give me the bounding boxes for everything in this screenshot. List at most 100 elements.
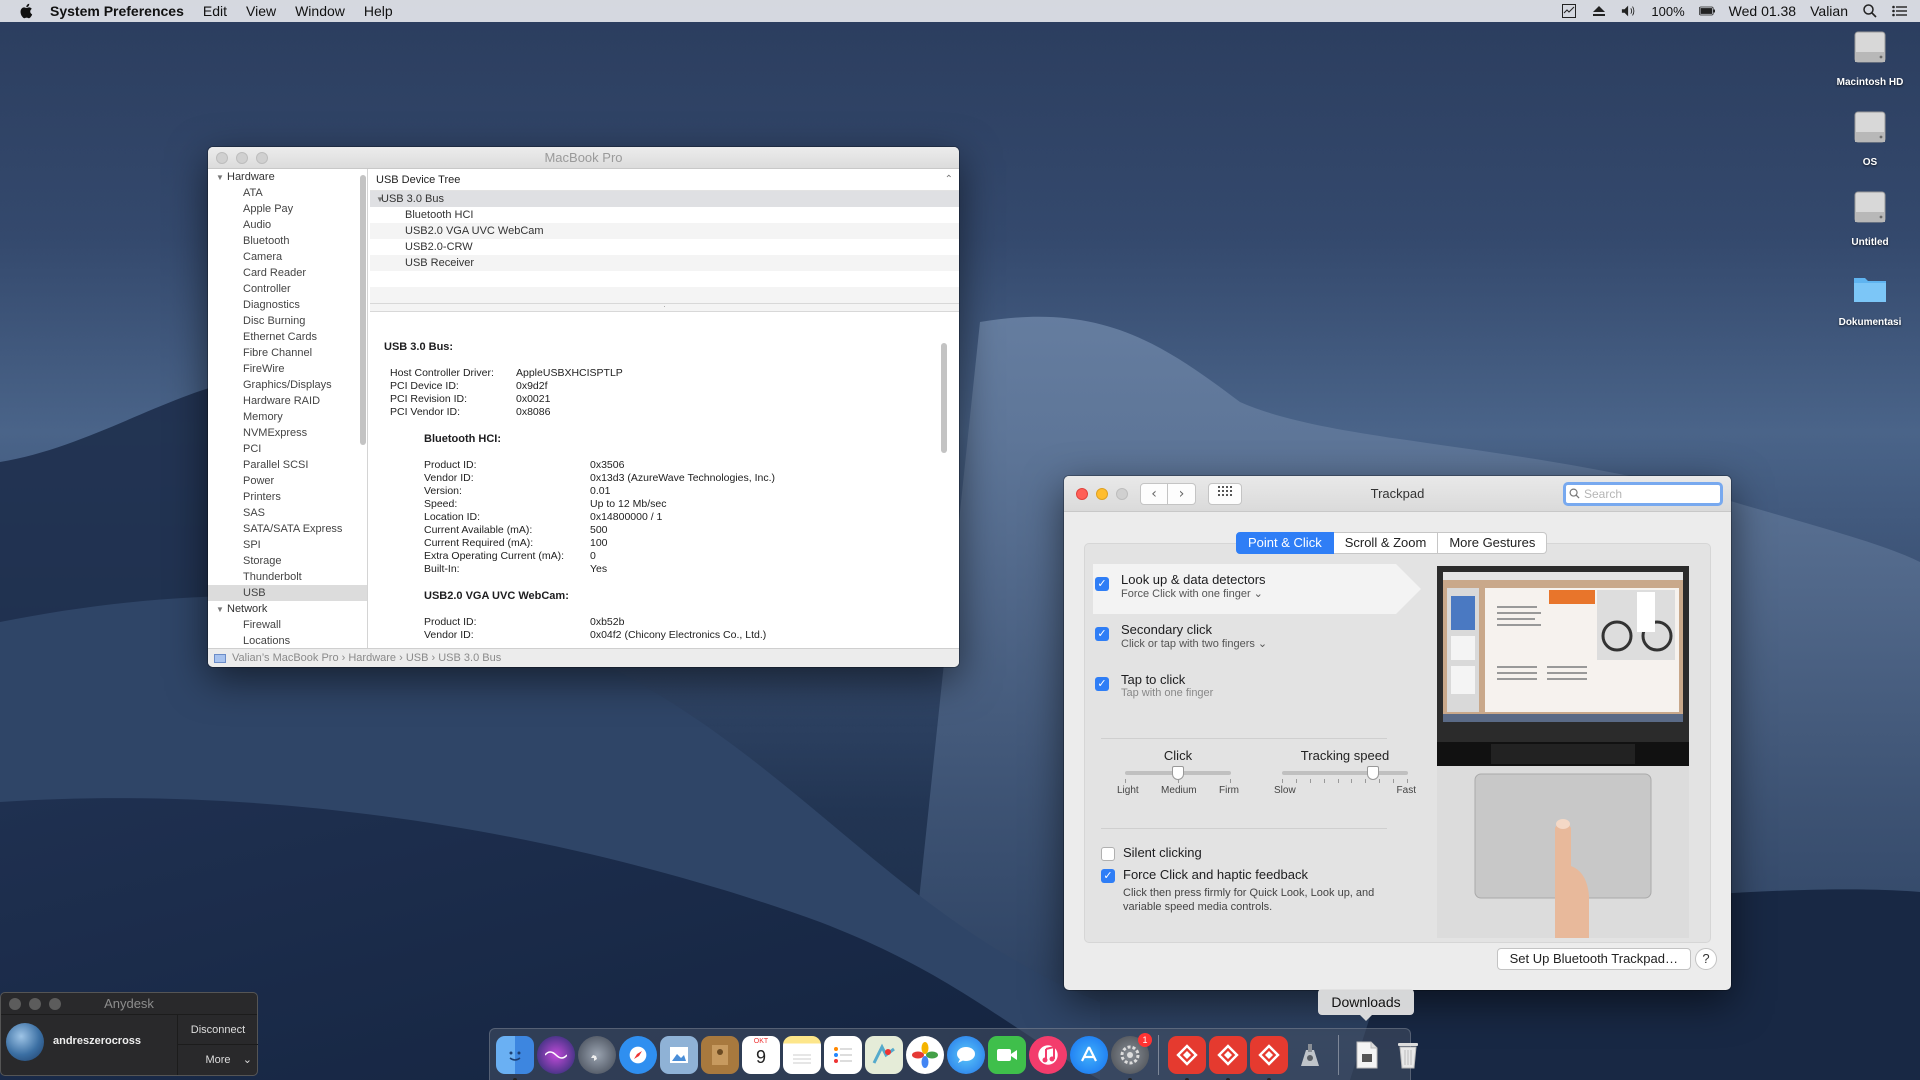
sidebar-item-graphics-displays[interactable]: Graphics/Displays [208,377,367,393]
tracking-speed-knob[interactable] [1367,766,1379,780]
anydesk-icon[interactable] [1168,1035,1206,1080]
sidebar-item-memory[interactable]: Memory [208,409,367,425]
sidebar-item-usb[interactable]: USB [208,585,367,601]
more-button[interactable]: More ⌄ [177,1045,258,1075]
notification-center-icon[interactable] [1892,4,1908,18]
reminders-icon[interactable] [824,1035,862,1074]
sidebar-item-fibre-channel[interactable]: Fibre Channel [208,345,367,361]
sidebar-item-thunderbolt[interactable]: Thunderbolt [208,569,367,585]
sidebar-item-firewire[interactable]: FireWire [208,361,367,377]
desktop-icon-os[interactable]: OS [1815,108,1920,168]
sidebar-item-locations[interactable]: Locations [208,633,367,648]
option-force-click[interactable]: ✓ Force Click and haptic feedback Click … [1101,864,1393,914]
menu-view[interactable]: View [246,3,276,19]
sidebar-item-pci[interactable]: PCI [208,441,367,457]
desktop-icon-macintosh-hd[interactable]: Macintosh HD [1815,28,1920,88]
anydesk-icon[interactable] [1250,1035,1288,1080]
downloads-stack-icon[interactable] [1348,1036,1386,1074]
tab-scroll-zoom[interactable]: Scroll & Zoom [1333,532,1439,554]
sidebar-item-power[interactable]: Power [208,473,367,489]
volume-icon[interactable] [1621,4,1637,18]
safari-icon[interactable] [619,1035,657,1074]
secondary-click-checkbox[interactable]: ✓ [1095,627,1109,641]
installer-icon[interactable] [1291,1036,1329,1074]
menubar-user[interactable]: Valian [1810,3,1848,19]
maps-icon[interactable] [865,1035,903,1074]
sidebar-item-apple-pay[interactable]: Apple Pay [208,201,367,217]
spotlight-search-icon[interactable] [1862,4,1878,18]
desktop-icon-untitled[interactable]: Untitled [1815,188,1920,248]
anydesk-icon[interactable] [1209,1035,1247,1080]
sidebar-item-nvmexpress[interactable]: NVMExpress [208,425,367,441]
option-tap-to-click[interactable]: ✓ Tap to click Tap with one finger [1095,672,1335,699]
activity-monitor-icon[interactable] [1561,4,1577,18]
option-silent-clicking[interactable]: Silent clicking [1101,842,1202,864]
sidebar-item-hardware-raid[interactable]: Hardware RAID [208,393,367,409]
sidebar-item-disc-burning[interactable]: Disc Burning [208,313,367,329]
minimize-button[interactable] [29,998,41,1010]
window-titlebar[interactable]: Anydesk [1,993,257,1015]
sidebar-item-parallel-scsi[interactable]: Parallel SCSI [208,457,367,473]
disclosure-triangle-icon[interactable]: ▼ [216,170,227,186]
option-secondary-click[interactable]: ✓ Secondary click Click or tap with two … [1095,622,1335,650]
option-subtitle-dropdown[interactable]: Force Click with one finger ⌄ [1121,587,1335,600]
sidebar-item-sas[interactable]: SAS [208,505,367,521]
sidebar-item-ata[interactable]: ATA [208,185,367,201]
search-input[interactable]: Search [1563,482,1723,506]
window-titlebar[interactable]: ‹ › Trackpad Search [1064,476,1731,512]
sidebar-item-bluetooth[interactable]: Bluetooth [208,233,367,249]
click-slider-knob[interactable] [1172,766,1184,780]
sidebar-item-controller[interactable]: Controller [208,281,367,297]
detail-scrollbar[interactable] [941,343,947,453]
trash-icon[interactable] [1389,1036,1427,1074]
menu-window[interactable]: Window [295,3,345,19]
tab-point-click[interactable]: Point & Click [1236,532,1334,554]
setup-bluetooth-trackpad-button[interactable]: Set Up Bluetooth Trackpad… [1496,948,1691,970]
finder-icon[interactable] [496,1035,534,1080]
force-click-checkbox[interactable]: ✓ [1101,869,1115,883]
tree-row-device[interactable]: Bluetooth HCI [370,207,959,223]
sidebar-item-storage[interactable]: Storage [208,553,367,569]
sidebar-item-audio[interactable]: Audio [208,217,367,233]
siri-icon[interactable] [537,1035,575,1074]
sidebar-item-sata-sata-express[interactable]: SATA/SATA Express [208,521,367,537]
close-button[interactable] [9,998,21,1010]
tree-row-device[interactable]: USB2.0-CRW [370,239,959,255]
calendar-icon[interactable]: OKT 9 [742,1035,780,1074]
tap-to-click-checkbox[interactable]: ✓ [1095,677,1109,691]
menu-app-name[interactable]: System Preferences [50,3,184,19]
silent-clicking-checkbox[interactable] [1101,847,1115,861]
messages-icon[interactable] [947,1035,985,1074]
sidebar-group-hardware[interactable]: ▼ Hardware [208,169,367,185]
window-titlebar[interactable]: MacBook Pro [208,147,959,169]
tree-row-device[interactable]: USB2.0 VGA UVC WebCam [370,223,959,239]
menu-edit[interactable]: Edit [203,3,227,19]
tab-more-gestures[interactable]: More Gestures [1438,532,1548,554]
click-slider[interactable] [1125,766,1231,780]
sidebar-item-card-reader[interactable]: Card Reader [208,265,367,281]
itunes-icon[interactable] [1029,1035,1067,1074]
tree-row-device[interactable]: USB Receiver [370,255,959,271]
sidebar-item-ethernet-cards[interactable]: Ethernet Cards [208,329,367,345]
sidebar-item-camera[interactable]: Camera [208,249,367,265]
disclosure-triangle-icon[interactable]: ▼ [370,192,384,208]
menu-help[interactable]: Help [364,3,393,19]
desktop-icon-dokumentasi[interactable]: Dokumentasi [1815,268,1920,328]
apple-menu-icon[interactable] [18,2,36,20]
eject-icon[interactable] [1591,4,1607,18]
tracking-speed-slider[interactable] [1282,766,1408,780]
notes-icon[interactable] [783,1035,821,1074]
battery-icon[interactable] [1698,4,1715,18]
sidebar-group-network[interactable]: ▼ Network [208,601,367,617]
photos-icon[interactable] [906,1035,944,1074]
sidebar-item-printers[interactable]: Printers [208,489,367,505]
contacts-icon[interactable] [701,1035,739,1074]
help-button[interactable]: ? [1695,948,1717,970]
app-store-icon[interactable] [1070,1035,1108,1074]
zoom-button[interactable] [49,998,61,1010]
disclosure-triangle-icon[interactable]: ▼ [216,602,227,618]
menubar-clock[interactable]: Wed 01.38 [1729,3,1796,19]
system-preferences-icon[interactable]: 1 [1111,1032,1152,1080]
device-tree-header[interactable]: USB Device Tree ⌃ [370,169,959,191]
option-lookup[interactable]: ✓ Look up & data detectors Force Click w… [1095,572,1335,600]
